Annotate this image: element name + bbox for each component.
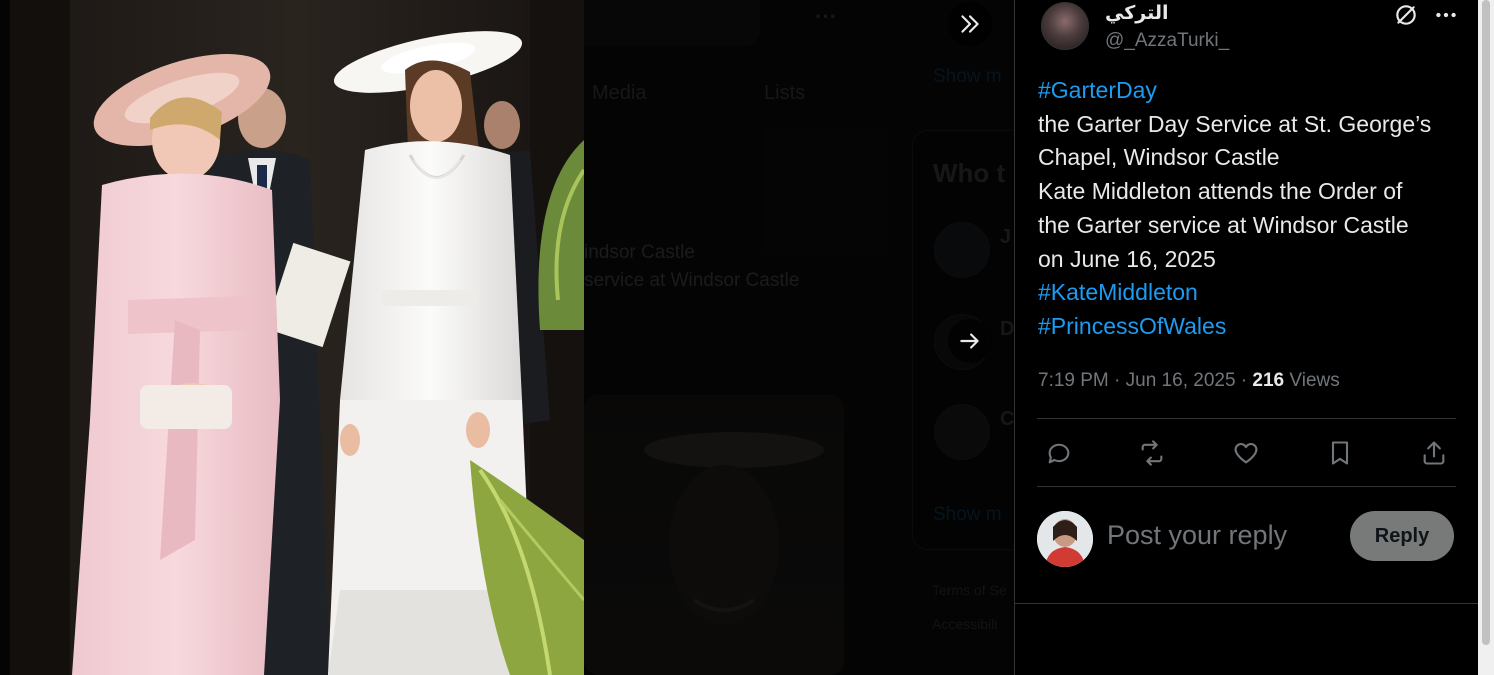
bg-show-more: Show m xyxy=(933,504,1002,525)
bg-who-to-follow: Who t xyxy=(933,158,1006,188)
reply-composer: Post your reply Reply xyxy=(1037,508,1456,568)
bg-footer-accessibility: Accessibili xyxy=(932,616,998,632)
hashtag-link[interactable]: #KateMiddleton xyxy=(1038,276,1458,310)
like-button[interactable] xyxy=(1229,436,1263,470)
bg-follow-avatar-3 xyxy=(934,404,990,460)
arrow-right-icon xyxy=(960,333,979,349)
share-icon xyxy=(1423,441,1445,465)
bookmark-icon xyxy=(1331,441,1349,465)
tweet-text: #GarterDay the Garter Day Service at St.… xyxy=(1038,74,1458,344)
retweet-button[interactable] xyxy=(1135,436,1169,470)
tweet-text-line: Kate Middleton attends the Order of xyxy=(1038,178,1403,205)
bg-footer-terms: Terms of Se xyxy=(932,582,1007,598)
reply-submit-button[interactable]: Reply xyxy=(1350,511,1454,561)
like-icon xyxy=(1234,442,1258,464)
bg-show-more-top: Show m xyxy=(933,66,1002,87)
bg-more-dots: ··· xyxy=(815,4,837,29)
bg-search-box xyxy=(560,0,760,46)
reply-input[interactable]: Post your reply xyxy=(1107,520,1287,551)
media-photo[interactable] xyxy=(10,0,584,675)
bg-follow-avatar-1 xyxy=(934,222,990,278)
views-label: Views xyxy=(1284,370,1340,391)
author-avatar[interactable] xyxy=(1041,2,1089,50)
divider xyxy=(1037,418,1456,419)
tweet-text-line: the Garter service at Windsor Castle xyxy=(1038,211,1409,238)
bg-snippet-2: service at Windsor Castle xyxy=(584,270,800,291)
collapse-panel-button[interactable] xyxy=(948,2,992,46)
photo-illustration xyxy=(10,0,584,675)
views-count: 216 xyxy=(1252,370,1285,391)
panel-bottom-divider xyxy=(1015,603,1478,604)
retweet-icon xyxy=(1141,440,1163,466)
more-options-icon[interactable] xyxy=(1433,2,1459,28)
bookmark-button[interactable] xyxy=(1323,436,1357,470)
reply-button[interactable] xyxy=(1042,436,1076,470)
hashtag-link[interactable]: #PrincessOfWales xyxy=(1038,310,1458,344)
user-avatar[interactable] xyxy=(1037,511,1093,567)
tweet-detail-panel: التركي @_AzzaTurki_ #GarterDay the Garte… xyxy=(1014,0,1478,675)
tweet-text-line: on June 16, 2025 xyxy=(1038,245,1216,272)
share-button[interactable] xyxy=(1417,436,1451,470)
bg-tab-media: Media xyxy=(592,82,647,104)
tweet-header: التركي @_AzzaTurki_ xyxy=(1037,0,1457,58)
timestamp[interactable]: 7:19 PM · Jun 16, 2025 · xyxy=(1038,370,1252,391)
double-chevron-icon xyxy=(961,15,979,33)
author-handle[interactable]: @_AzzaTurki_ xyxy=(1105,30,1229,52)
tweet-text-line: Chapel, Windsor Castle xyxy=(1038,144,1280,171)
bg-media-thumbnail xyxy=(584,395,844,675)
bg-snippet-1: indsor Castle xyxy=(584,242,695,263)
tweet-actions xyxy=(1037,432,1456,474)
reply-icon xyxy=(1048,443,1070,464)
grok-icon[interactable] xyxy=(1393,2,1419,28)
user-avatar-image xyxy=(1037,511,1093,567)
author-name[interactable]: التركي xyxy=(1105,2,1169,25)
bg-initial-3: C xyxy=(1000,408,1014,430)
bg-initial-1: J xyxy=(1000,226,1012,248)
next-image-button[interactable] xyxy=(948,319,992,363)
scrollbar-thumb[interactable] xyxy=(1482,0,1490,645)
tweet-text-line: the Garter Day Service at St. George’s xyxy=(1038,110,1432,137)
bg-initial-2: D xyxy=(1000,318,1014,340)
hashtag-link[interactable]: #GarterDay xyxy=(1038,74,1458,108)
tweet-meta: 7:19 PM · Jun 16, 2025 · 216 Views xyxy=(1038,370,1340,392)
divider xyxy=(1037,486,1456,487)
bg-tab-lists: Lists xyxy=(764,82,806,104)
bg-thumbnail-figure xyxy=(644,432,824,625)
